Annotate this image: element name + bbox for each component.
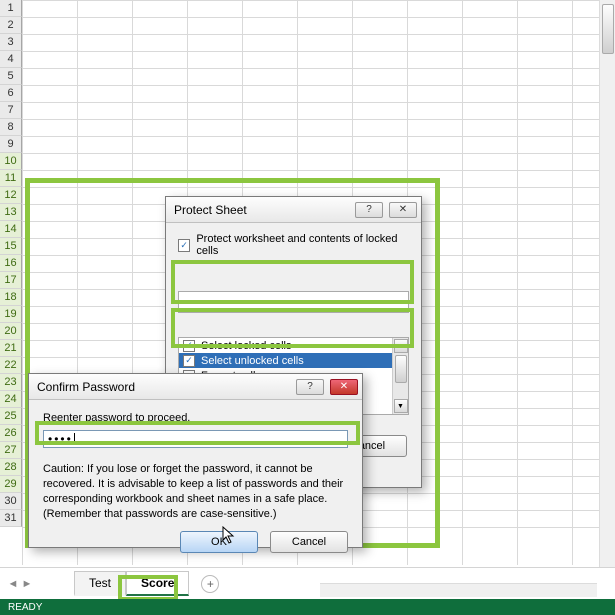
row-header[interactable]: 6 bbox=[0, 85, 22, 102]
row-header[interactable]: 7 bbox=[0, 102, 22, 119]
row-headers: 1234567891011121314151617181920212223242… bbox=[0, 0, 22, 527]
password-input[interactable]: •••• bbox=[178, 291, 409, 313]
status-text: READY bbox=[8, 602, 42, 613]
help-button[interactable]: ? bbox=[296, 379, 324, 395]
confirm-password-value: •••• bbox=[48, 432, 73, 446]
row-header[interactable]: 17 bbox=[0, 272, 22, 289]
dialog-title: Protect Sheet bbox=[174, 203, 247, 217]
row-header[interactable]: 2 bbox=[0, 17, 22, 34]
row-header[interactable]: 13 bbox=[0, 204, 22, 221]
row-header[interactable]: 4 bbox=[0, 51, 22, 68]
status-bar: READY bbox=[0, 599, 615, 615]
row-header[interactable]: 9 bbox=[0, 136, 22, 153]
row-header[interactable]: 20 bbox=[0, 323, 22, 340]
tab-nav-left-icon[interactable]: ◄ bbox=[6, 578, 20, 590]
scroll-thumb[interactable] bbox=[395, 355, 407, 383]
close-button[interactable]: ✕ bbox=[330, 379, 358, 395]
permission-option[interactable]: ✓ Select unlocked cells bbox=[179, 353, 408, 368]
listbox-scrollbar[interactable]: ▲ ▼ bbox=[392, 338, 408, 414]
protect-main-label: Protect worksheet and contents of locked… bbox=[196, 233, 409, 257]
row-header[interactable]: 1 bbox=[0, 0, 22, 17]
horizontal-scrollbar[interactable] bbox=[320, 583, 597, 597]
row-header[interactable]: 5 bbox=[0, 68, 22, 85]
row-header[interactable]: 27 bbox=[0, 442, 22, 459]
close-button[interactable]: ✕ bbox=[389, 202, 417, 218]
confirm-prompt: Reenter password to proceed. bbox=[43, 412, 348, 424]
row-header[interactable]: 29 bbox=[0, 476, 22, 493]
new-sheet-button[interactable]: + bbox=[201, 575, 219, 593]
permission-option[interactable]: ✓ Select locked cells bbox=[179, 338, 408, 353]
row-header[interactable]: 14 bbox=[0, 221, 22, 238]
checkbox-icon: ✓ bbox=[183, 340, 195, 352]
confirm-cancel-button[interactable]: Cancel bbox=[270, 531, 348, 553]
dialog-titlebar: Confirm Password ? ✕ bbox=[29, 374, 362, 400]
row-header[interactable]: 31 bbox=[0, 510, 22, 527]
permission-label: Select unlocked cells bbox=[201, 355, 304, 367]
row-header[interactable]: 15 bbox=[0, 238, 22, 255]
row-header[interactable]: 11 bbox=[0, 170, 22, 187]
confirm-password-dialog: Confirm Password ? ✕ Reenter password to… bbox=[28, 373, 363, 548]
row-header[interactable]: 28 bbox=[0, 459, 22, 476]
row-header[interactable]: 26 bbox=[0, 425, 22, 442]
scroll-down-icon[interactable]: ▼ bbox=[394, 399, 408, 413]
password-value: •••• bbox=[185, 295, 210, 309]
checkbox-icon: ✓ bbox=[178, 239, 190, 252]
row-header[interactable]: 8 bbox=[0, 119, 22, 136]
help-button[interactable]: ? bbox=[355, 202, 383, 218]
checkbox-icon: ✓ bbox=[183, 355, 195, 367]
sheet-tab[interactable]: Test bbox=[74, 571, 126, 596]
dialog-title: Confirm Password bbox=[37, 380, 135, 394]
tab-nav-right-icon[interactable]: ► bbox=[20, 578, 34, 590]
dialog-titlebar: Protect Sheet ? ✕ bbox=[166, 197, 421, 223]
sheet-tabs: TestScore bbox=[74, 571, 189, 596]
row-header[interactable]: 21 bbox=[0, 340, 22, 357]
row-header[interactable]: 16 bbox=[0, 255, 22, 272]
row-header[interactable]: 10 bbox=[0, 153, 22, 170]
row-header[interactable]: 22 bbox=[0, 357, 22, 374]
confirm-ok-button[interactable]: OK bbox=[180, 531, 258, 553]
row-header[interactable]: 24 bbox=[0, 391, 22, 408]
row-header[interactable]: 12 bbox=[0, 187, 22, 204]
row-header[interactable]: 19 bbox=[0, 306, 22, 323]
protect-main-checkbox-row[interactable]: ✓ Protect worksheet and contents of lock… bbox=[178, 233, 409, 257]
row-header[interactable]: 25 bbox=[0, 408, 22, 425]
row-header[interactable]: 30 bbox=[0, 493, 22, 510]
caution-text: Caution: If you lose or forget the passw… bbox=[43, 462, 348, 521]
row-header[interactable]: 3 bbox=[0, 34, 22, 51]
scroll-up-icon[interactable]: ▲ bbox=[394, 339, 408, 353]
row-header[interactable]: 18 bbox=[0, 289, 22, 306]
sheet-tab[interactable]: Score bbox=[126, 571, 189, 596]
text-caret bbox=[74, 433, 75, 445]
permission-label: Select locked cells bbox=[201, 340, 292, 352]
confirm-password-input[interactable]: •••• bbox=[43, 430, 348, 448]
row-header[interactable]: 23 bbox=[0, 374, 22, 391]
vertical-scrollbar[interactable] bbox=[599, 0, 615, 567]
